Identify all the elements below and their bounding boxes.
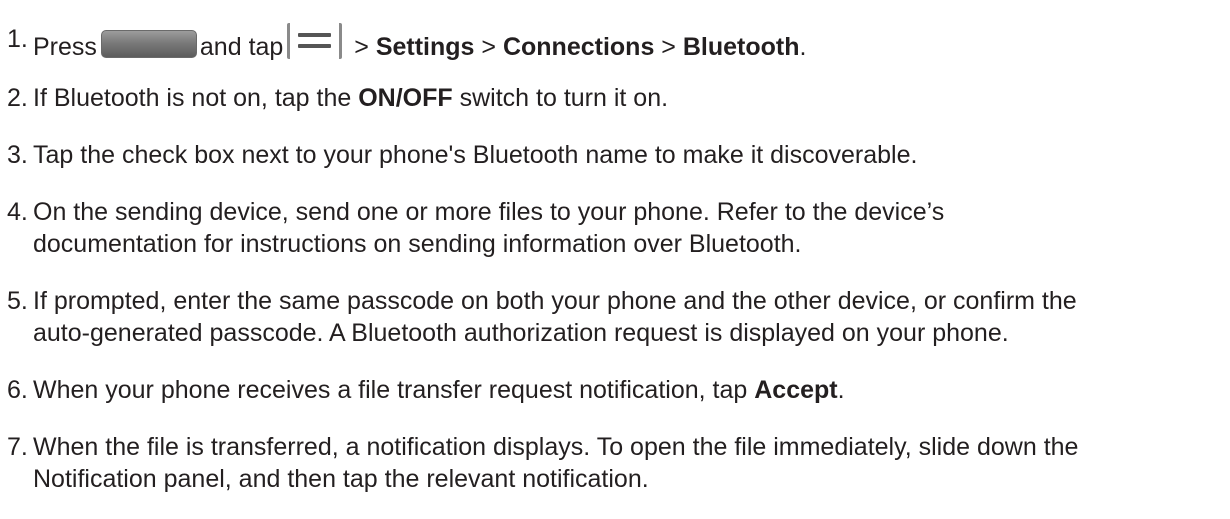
accept-label: Accept (754, 376, 838, 404)
home-key-icon (100, 30, 197, 58)
step-text-line-1: When the file is transferred, a notifica… (33, 433, 1079, 461)
step-text-line-1: If prompted, enter the same passcode on … (33, 287, 1077, 315)
step-text-line-2: auto-generated passcode. A Bluetooth aut… (33, 319, 1009, 347)
step-number: 4. (7, 198, 28, 226)
step-text-line-2: Notification panel, and then tap the rel… (33, 465, 649, 493)
step-text: Tap the check box next to your phone's B… (33, 141, 918, 169)
step-text-line-1: On the sending device, send one or more … (33, 198, 945, 226)
separator: > (654, 33, 683, 61)
step-number: 6. (7, 376, 28, 404)
and-tap-text: and tap (199, 33, 284, 61)
period: . (799, 33, 807, 61)
menu-key-icon (287, 23, 343, 59)
text-before: When your phone receives a file transfer… (33, 376, 755, 404)
step-text: If Bluetooth is not on, tap the ON/OFF s… (33, 82, 668, 114)
text-after: . (837, 376, 845, 404)
bluetooth-label: Bluetooth (682, 33, 800, 61)
step-text: When your phone receives a file transfer… (33, 374, 845, 406)
connections-label: Connections (502, 33, 655, 61)
step-number: 3. (7, 141, 28, 169)
separator: > (347, 33, 376, 61)
step-number: 1. (7, 25, 28, 53)
text-after: switch to turn it on. (452, 84, 669, 112)
on-off-label: ON/OFF (358, 84, 453, 112)
separator: > (474, 33, 503, 61)
step-number: 5. (7, 287, 28, 315)
text-before: If Bluetooth is not on, tap the (33, 84, 359, 112)
step-text: Press and tap > Settings > Connections > … (33, 23, 806, 63)
step-number: 2. (7, 84, 28, 112)
settings-label: Settings (375, 33, 475, 61)
step-text-line-2: documentation for instructions on sendin… (33, 230, 802, 258)
step-number: 7. (7, 433, 28, 461)
press-text: Press (33, 33, 97, 61)
